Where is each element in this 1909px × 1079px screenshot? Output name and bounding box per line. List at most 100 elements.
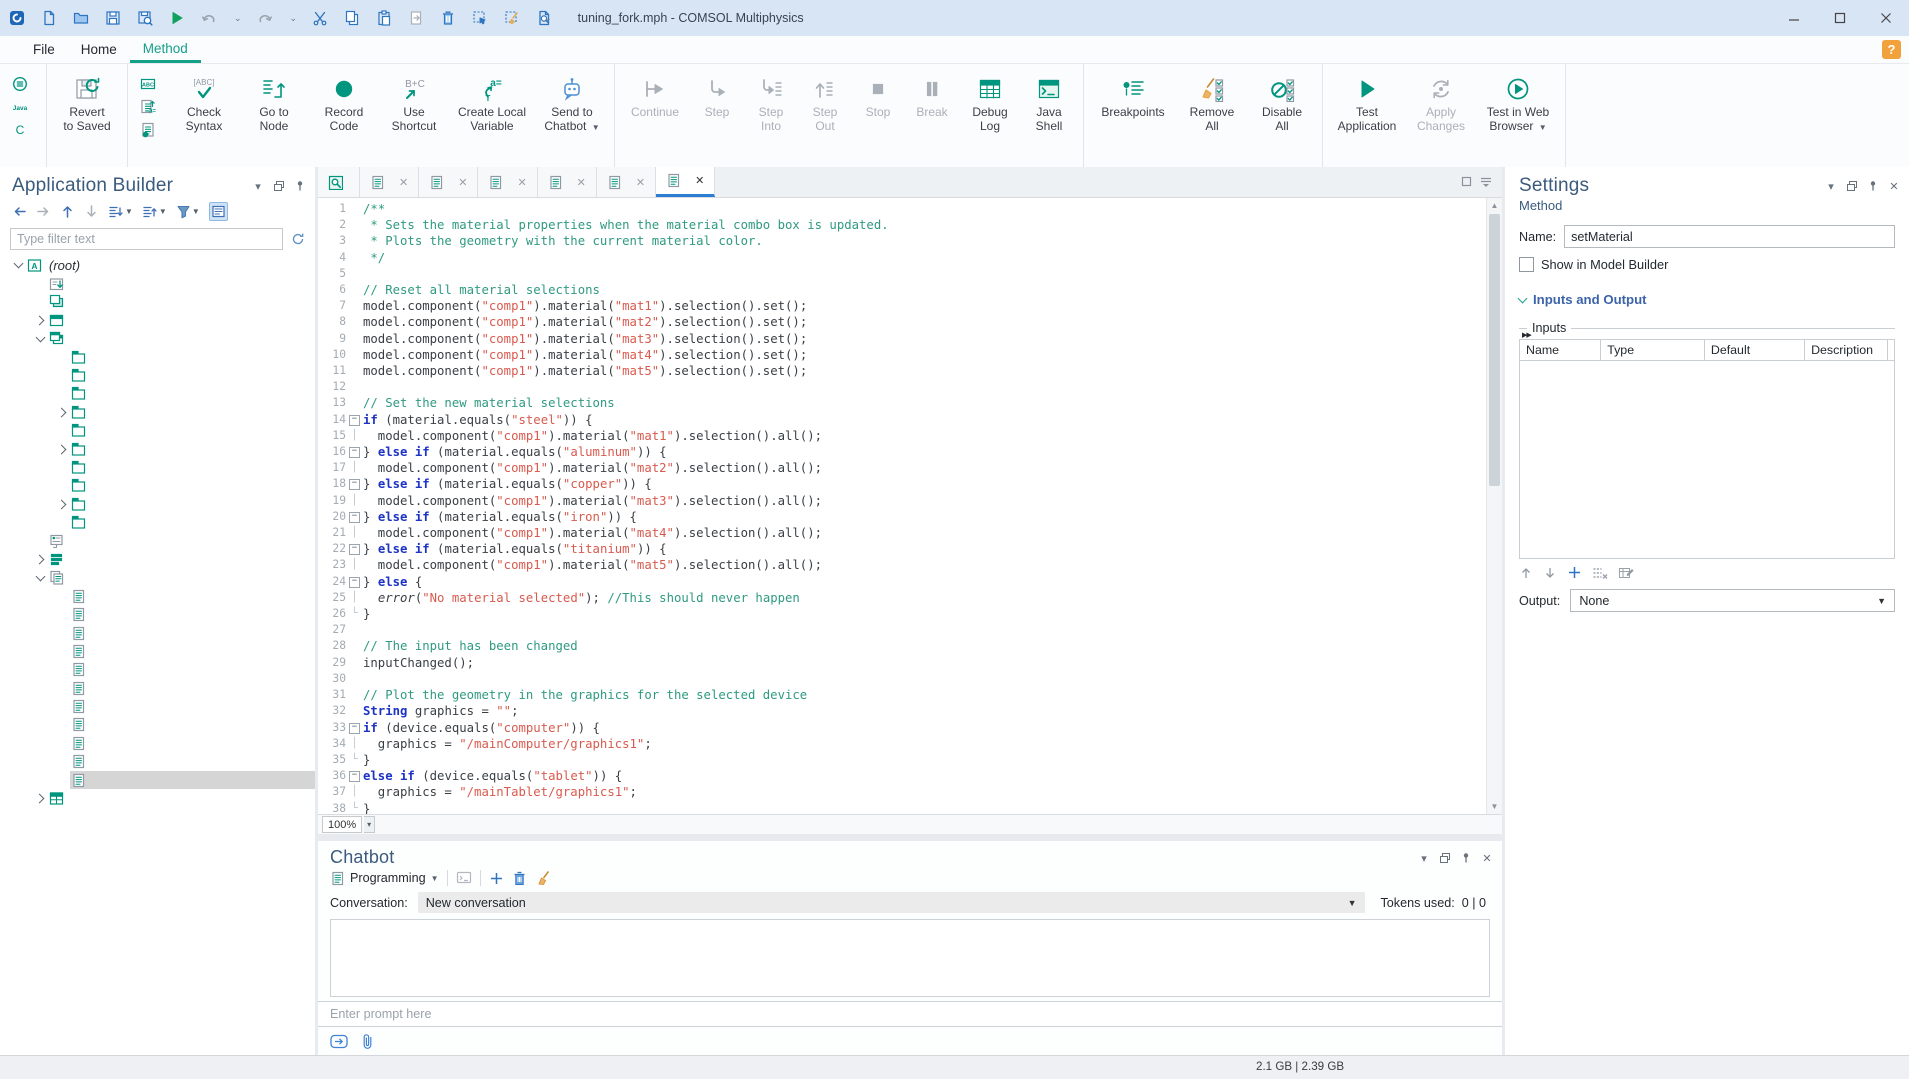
tree-item-main-window[interactable] <box>0 311 315 329</box>
paste-ref-icon[interactable] <box>407 9 425 27</box>
tree-item-checkfindpronglength[interactable] <box>0 642 315 660</box>
tree-item-events[interactable] <box>0 532 315 550</box>
cut-icon[interactable] <box>311 9 329 27</box>
method-name-field[interactable] <box>1564 225 1895 248</box>
tree-item-initializeapplication[interactable] <box>0 587 315 605</box>
tab-list-icon[interactable] <box>1480 175 1492 190</box>
column-header-un[interactable]: Un <box>1888 340 1894 360</box>
zoom-level-caret-icon[interactable]: ▾ <box>364 816 375 833</box>
ribbon-step-button[interactable]: Step <box>691 68 743 151</box>
tree-item-enablebuttons[interactable] <box>0 624 315 642</box>
filter-input[interactable] <box>10 228 283 250</box>
edit-table-icon[interactable] <box>1618 565 1634 580</box>
ribbon-step-into-button[interactable]: StepInto <box>745 68 797 151</box>
tree-item-setmaterial[interactable] <box>0 771 315 789</box>
tab-home[interactable]: Home <box>68 36 130 63</box>
tree-item-mainsmartphone[interactable] <box>0 495 315 513</box>
panel-float-icon[interactable] <box>272 179 286 193</box>
editor-tab-preview[interactable] <box>318 167 360 197</box>
editor-tab-computeandupdateresults[interactable]: ✕ <box>360 167 419 197</box>
output-select[interactable]: None ▼ <box>1570 589 1895 612</box>
ribbon-record-method-button[interactable] <box>134 119 168 142</box>
panel-collapse-icon[interactable]: ▾ <box>1824 179 1838 193</box>
app-logo-icon[interactable] <box>8 9 26 27</box>
ribbon-external-c-library-button[interactable]: C <box>6 119 40 142</box>
move-up-button[interactable] <box>60 204 75 219</box>
tree-item-toolbartablet[interactable] <box>0 458 315 476</box>
tree-item-themes[interactable] <box>0 293 315 311</box>
scrollbar-thumb[interactable] <box>1489 214 1500 486</box>
chevron-down-icon[interactable]: ⌄ <box>290 13 298 24</box>
new-conversation-icon[interactable] <box>489 871 504 886</box>
float-editor-icon[interactable] <box>1461 175 1472 190</box>
ribbon-send-to-chatbot-button[interactable]: Send toChatbot ▼ <box>536 68 608 151</box>
nav-forward-button[interactable] <box>36 204 51 219</box>
ribbon-remove-all-button[interactable]: RemoveAll <box>1178 68 1246 151</box>
add-input-icon[interactable] <box>1567 565 1582 580</box>
move-down-icon[interactable] <box>1543 566 1557 580</box>
editor-vertical-scrollbar[interactable]: ▲ ▼ <box>1486 198 1502 814</box>
close-tab-icon[interactable]: ✕ <box>517 176 526 189</box>
close-tab-icon[interactable]: ✕ <box>458 176 467 189</box>
editor-tab-setmaterial[interactable]: ✕ <box>656 167 715 197</box>
expand-list-button[interactable]: ▼ <box>142 204 167 219</box>
tree-item-main[interactable] <box>0 348 315 366</box>
ribbon-record-code-button[interactable]: RecordCode <box>310 68 378 151</box>
open-file-icon[interactable] <box>72 9 90 27</box>
tree-item-createreport[interactable] <box>0 716 315 734</box>
checkbox-box[interactable] <box>1519 257 1534 272</box>
panel-close-icon[interactable]: ✕ <box>1480 851 1494 865</box>
column-header-description[interactable]: Description <box>1805 340 1888 360</box>
minimize-button[interactable] <box>1771 0 1817 36</box>
close-tab-icon[interactable]: ✕ <box>577 176 586 189</box>
model-tree-toggle-button[interactable] <box>209 202 228 221</box>
send-prompt-icon[interactable] <box>330 1034 349 1050</box>
select-frame-icon[interactable] <box>471 9 489 27</box>
ribbon-step-out-button[interactable]: StepOut <box>799 68 851 151</box>
tree-item-playsoundforfrequency[interactable] <box>0 697 315 715</box>
run-icon[interactable] <box>168 9 186 27</box>
ribbon-revert-to-saved-button[interactable]: Revertto Saved <box>53 68 121 151</box>
delete-input-icon[interactable] <box>1592 566 1608 580</box>
help-button[interactable]: ? <box>1882 40 1901 59</box>
save-find-icon[interactable] <box>136 9 154 27</box>
maximize-button[interactable] <box>1817 0 1863 36</box>
panel-float-icon[interactable] <box>1845 179 1859 193</box>
zoom-level-select[interactable]: 100% <box>322 816 362 833</box>
close-button[interactable] <box>1863 0 1909 36</box>
tree-item-maincomputer[interactable] <box>0 403 315 421</box>
ribbon-stop-button[interactable]: Stop <box>853 68 903 151</box>
clear-conversation-broom-icon[interactable] <box>535 870 551 886</box>
tree-item-maintablet[interactable] <box>0 440 315 458</box>
panel-pin-icon[interactable] <box>293 179 307 193</box>
editor-tab-playsoundforfrequency[interactable]: ✕ <box>478 167 537 197</box>
ribbon-test-in-web-browser-button[interactable]: Test in WebBrowser ▼ <box>1477 68 1559 151</box>
ribbon-model-expressions-button[interactable]: a= <box>134 96 168 119</box>
tree-item-toolbarsmartphone[interactable] <box>0 513 315 531</box>
tree-item-toolbarcomputer[interactable] <box>0 422 315 440</box>
new-file-icon[interactable] <box>40 9 58 27</box>
ribbon-java-shell-button[interactable]: JavaShell <box>1021 68 1077 151</box>
code-editor[interactable]: 1/**2 * Sets the material properties whe… <box>318 198 1486 814</box>
move-down-button[interactable] <box>84 204 99 219</box>
chatbot-prompt-input[interactable] <box>318 1007 1502 1021</box>
editor-tab-inputchanged[interactable]: ✕ <box>597 167 656 197</box>
conversation-select[interactable]: New conversation ▼ <box>418 892 1365 913</box>
ribbon-test-application-button[interactable]: TestApplication <box>1329 68 1405 151</box>
tree-item-initgraphicsandbuttons[interactable] <box>0 753 315 771</box>
scroll-up-icon[interactable]: ▲ <box>1487 198 1502 213</box>
tree-item-declarations[interactable] <box>0 550 315 568</box>
tab-file[interactable]: File <box>20 36 68 63</box>
redo-icon[interactable] <box>256 9 274 27</box>
filter-funnel-button[interactable]: ▼ <box>176 204 200 219</box>
ribbon-use-shortcut-button[interactable]: B+CUseShortcut <box>380 68 448 151</box>
ribbon-apply-changes-button[interactable]: ApplyChanges <box>1407 68 1475 151</box>
editor-tab-runfrequencystudy[interactable]: ✕ <box>419 167 478 197</box>
inputs-table[interactable]: ▶▶ NameTypeDefaultDescriptionUn <box>1519 339 1895 559</box>
tree-item-forms[interactable] <box>0 330 315 348</box>
undo-icon[interactable] <box>200 9 218 27</box>
attach-file-icon[interactable] <box>361 1033 373 1050</box>
ribbon-external-java-library-button[interactable]: Java <box>6 96 40 119</box>
close-tab-icon[interactable]: ✕ <box>399 176 408 189</box>
panel-collapse-icon[interactable]: ▾ <box>1417 851 1431 865</box>
